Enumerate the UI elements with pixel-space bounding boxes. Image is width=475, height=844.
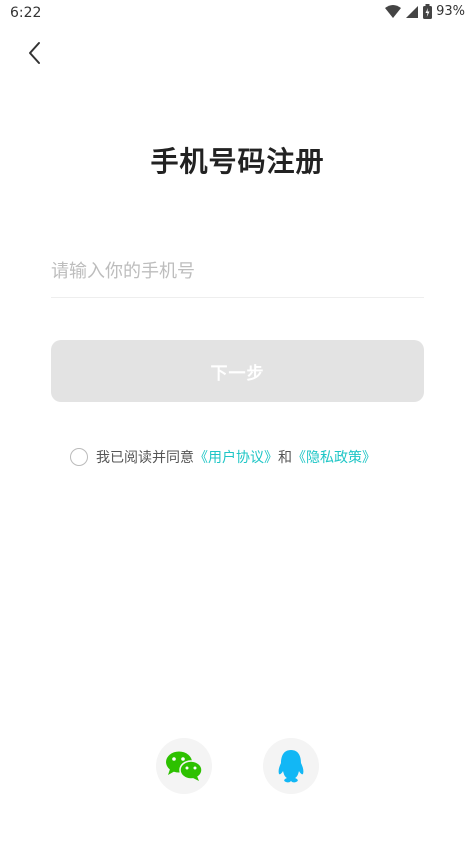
battery-icon [423,4,433,19]
status-bar: 6:22 93% [0,0,475,26]
agree-checkbox[interactable] [70,448,88,466]
chevron-left-icon [29,42,40,64]
wechat-icon [166,751,203,781]
agreement-conjunction: 和 [278,450,292,466]
phone-input[interactable] [51,245,424,298]
user-agreement-link[interactable]: 《用户协议》 [194,447,278,467]
wifi-icon [385,4,402,18]
next-button[interactable]: 下一步 [51,340,424,402]
back-button[interactable] [22,38,50,68]
status-icons: 93% [385,4,465,19]
cell-signal-icon [406,5,419,18]
battery-percent: 93% [436,4,465,19]
qq-icon [278,750,304,783]
page-title: 手机号码注册 [150,145,325,178]
qq-login-button[interactable] [263,738,319,794]
privacy-policy-link[interactable]: 《隐私政策》 [292,447,376,467]
agreement-row: 我已阅读并同意 《用户协议》 和 《隐私政策》 [70,447,376,467]
agreement-prefix: 我已阅读并同意 [96,450,194,466]
wechat-login-button[interactable] [156,738,212,794]
status-time: 6:22 [10,5,42,21]
